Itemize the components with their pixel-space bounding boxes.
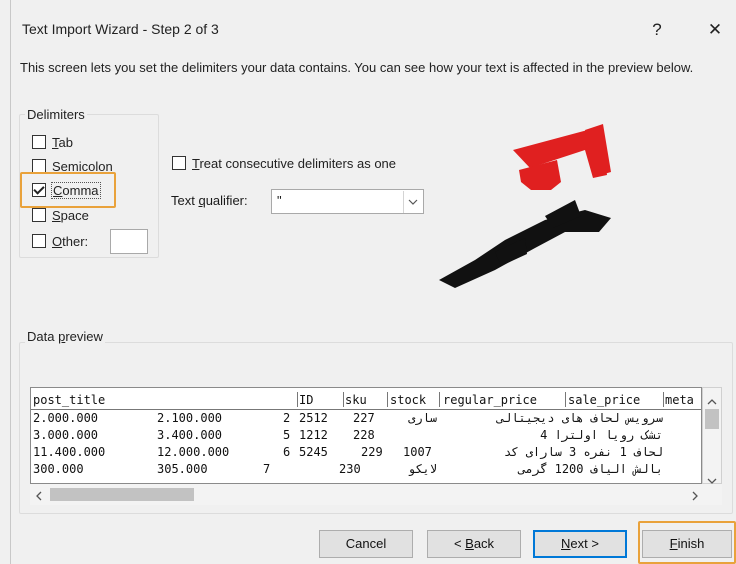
instructions-text: This screen lets you set the delimiters … bbox=[20, 60, 694, 75]
chevron-right-icon[interactable] bbox=[692, 489, 698, 504]
other-checkbox[interactable] bbox=[32, 234, 46, 248]
column-divider bbox=[439, 392, 440, 407]
space-checkbox-row[interactable]: Space bbox=[32, 204, 89, 226]
column-divider bbox=[663, 392, 664, 407]
dialog-title: Text Import Wizard - Step 2 of 3 bbox=[22, 21, 219, 37]
preview-cell: 6 bbox=[283, 445, 291, 459]
preview-cell: 2.100.000 bbox=[157, 411, 223, 425]
space-label: Space bbox=[52, 207, 89, 223]
preview-cell: 305.000 bbox=[157, 462, 208, 476]
column-divider bbox=[297, 392, 298, 407]
comma-checkbox[interactable] bbox=[32, 183, 46, 197]
comma-checkbox-row[interactable]: Comma bbox=[32, 179, 101, 201]
column-divider bbox=[387, 392, 388, 407]
other-delimiter-input[interactable] bbox=[110, 229, 148, 254]
preview-cell: 300.000 bbox=[33, 462, 84, 476]
delimiters-group-label: Delimiters bbox=[25, 107, 87, 122]
data-preview-grid[interactable]: post_title ID sku stock regular_price sa… bbox=[30, 387, 702, 484]
data-preview-label: Data preview bbox=[25, 329, 105, 344]
preview-cell: 3.400.000 bbox=[157, 428, 223, 442]
preview-cell: 2.000.000 bbox=[33, 411, 99, 425]
text-qualifier-value: " bbox=[277, 193, 282, 208]
preview-header-cell: regular_price bbox=[443, 393, 537, 407]
preview-header-cell: stock bbox=[390, 393, 427, 407]
cancel-button[interactable]: Cancel bbox=[319, 530, 413, 558]
preview-cell: 12.000.000 bbox=[157, 445, 230, 459]
chevron-left-icon[interactable] bbox=[36, 489, 42, 504]
preview-cell: 227 bbox=[353, 411, 375, 425]
preview-cell: لایکو bbox=[408, 462, 437, 476]
column-divider bbox=[565, 392, 566, 407]
close-icon: ✕ bbox=[707, 20, 723, 39]
text-qualifier-label: Text qualifier: bbox=[171, 193, 248, 208]
tab-checkbox-row[interactable]: Tab bbox=[32, 131, 73, 153]
preview-cell: 2512 bbox=[299, 411, 328, 425]
other-checkbox-row[interactable]: Other: bbox=[32, 230, 88, 252]
preview-header-cell: sku bbox=[345, 393, 367, 407]
preview-header-cell: post_title bbox=[33, 393, 106, 407]
space-checkbox[interactable] bbox=[32, 208, 46, 222]
preview-cell: 230 bbox=[339, 462, 361, 476]
consecutive-checkbox-row[interactable]: Treat consecutive delimiters as one bbox=[172, 152, 396, 174]
preview-cell: 11.400.000 bbox=[33, 445, 106, 459]
preview-header-cell: ID bbox=[299, 393, 314, 407]
preview-cell: 1212 bbox=[299, 428, 328, 442]
horizontal-scroll-thumb[interactable] bbox=[50, 488, 194, 501]
preview-cell: تشک رویا اولترا 4 bbox=[540, 428, 663, 442]
preview-header-cell: sale_price bbox=[568, 393, 641, 407]
close-button[interactable]: ✕ bbox=[700, 16, 730, 44]
preview-cell: 7 bbox=[263, 462, 271, 476]
preview-cell: بالش الیاف 1200 گرمی bbox=[518, 462, 663, 476]
preview-cell: 2 bbox=[283, 411, 291, 425]
preview-cell: ساری bbox=[408, 411, 437, 425]
tab-checkbox[interactable] bbox=[32, 135, 46, 149]
preview-cell: 229 bbox=[361, 445, 383, 459]
finish-button[interactable]: Finish bbox=[642, 530, 732, 558]
preview-header-cell: meta bbox=[665, 393, 694, 407]
other-label: Other: bbox=[52, 233, 89, 249]
preview-vertical-scrollbar[interactable] bbox=[702, 387, 722, 484]
site-logo bbox=[435, 120, 635, 290]
preview-cell: سرویس لحاف های دیجیتالی bbox=[496, 411, 663, 425]
preview-cell: 228 bbox=[353, 428, 375, 442]
preview-horizontal-scrollbar[interactable] bbox=[30, 484, 722, 505]
comma-label: Comma bbox=[51, 181, 101, 199]
vertical-scroll-thumb[interactable] bbox=[705, 409, 719, 429]
consecutive-checkbox[interactable] bbox=[172, 156, 186, 170]
tab-label: Tab bbox=[52, 134, 73, 150]
help-button[interactable]: ? bbox=[642, 16, 672, 44]
preview-cell: 5 bbox=[283, 428, 291, 442]
semicolon-checkbox[interactable] bbox=[32, 159, 46, 173]
column-divider bbox=[343, 392, 344, 407]
chevron-down-icon[interactable] bbox=[403, 191, 422, 213]
preview-cell: 3.000.000 bbox=[33, 428, 99, 442]
consecutive-label: Treat consecutive delimiters as one bbox=[192, 155, 397, 171]
preview-cell: 5245 bbox=[299, 445, 328, 459]
preview-cell: 1007 bbox=[403, 445, 432, 459]
text-qualifier-select[interactable]: " bbox=[271, 189, 424, 214]
next-button[interactable]: Next > bbox=[533, 530, 627, 558]
chevron-up-icon[interactable] bbox=[707, 393, 717, 408]
preview-cell: لحاف 1 نفره 3 سارای کد bbox=[504, 445, 663, 459]
back-button[interactable]: < Back bbox=[427, 530, 521, 558]
